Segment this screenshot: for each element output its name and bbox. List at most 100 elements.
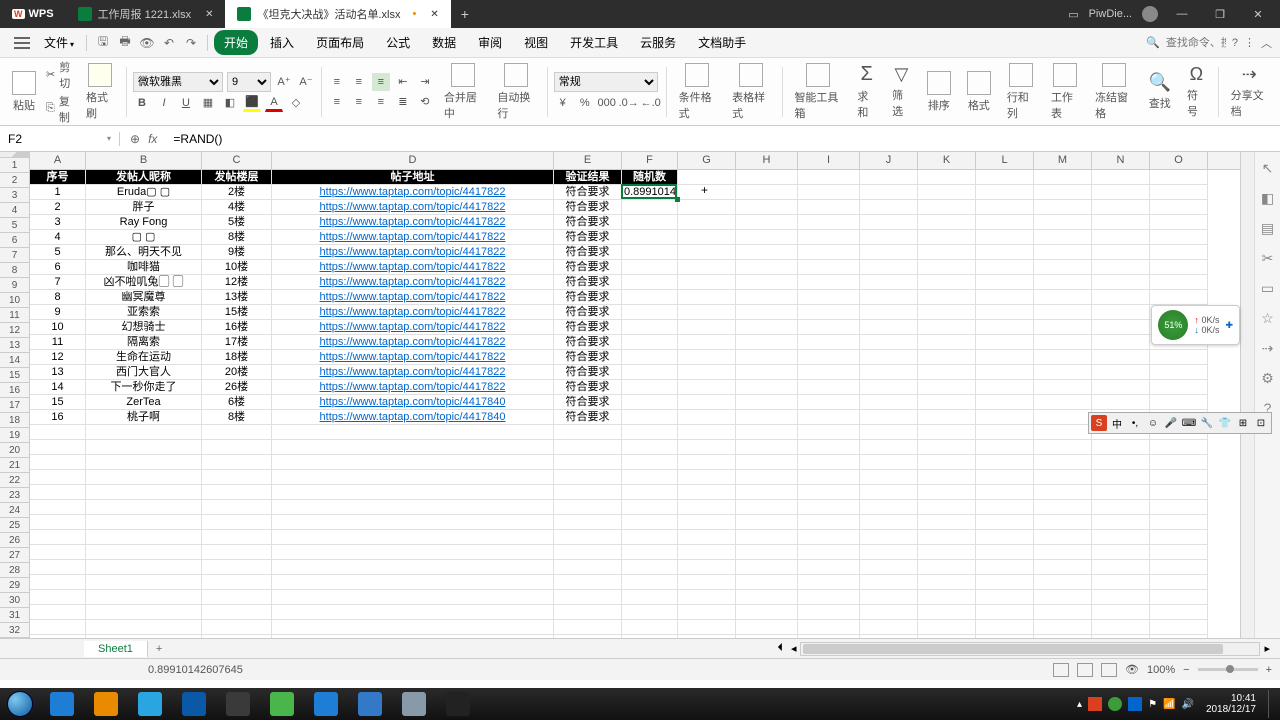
cell[interactable]: 1 bbox=[30, 185, 86, 200]
col-header-K[interactable]: K bbox=[918, 152, 976, 169]
cell[interactable] bbox=[860, 590, 918, 605]
cell[interactable] bbox=[30, 560, 86, 575]
cell[interactable] bbox=[622, 215, 678, 230]
redo-icon[interactable]: ↷ bbox=[181, 33, 201, 53]
cell[interactable] bbox=[918, 620, 976, 635]
cell[interactable] bbox=[272, 635, 554, 638]
cell[interactable] bbox=[1092, 230, 1150, 245]
cell[interactable] bbox=[1034, 260, 1092, 275]
cell[interactable] bbox=[622, 260, 678, 275]
ime-button-7[interactable]: 👕 bbox=[1217, 415, 1233, 431]
cell[interactable] bbox=[736, 605, 798, 620]
cell[interactable] bbox=[798, 260, 860, 275]
cell[interactable] bbox=[622, 485, 678, 500]
more-icon[interactable]: ⋮ bbox=[1244, 36, 1255, 49]
cell[interactable]: 10 bbox=[30, 320, 86, 335]
cell[interactable] bbox=[736, 425, 798, 440]
cell[interactable]: 那么、明天不见 bbox=[86, 245, 202, 260]
close-button[interactable]: ✕ bbox=[1244, 8, 1272, 21]
cell[interactable] bbox=[736, 410, 798, 425]
cell[interactable] bbox=[1150, 455, 1208, 470]
cell[interactable] bbox=[736, 635, 798, 638]
cell[interactable] bbox=[622, 365, 678, 380]
scroll-first-icon[interactable]: ⏴ bbox=[773, 642, 787, 655]
taskbar-app-9[interactable] bbox=[438, 690, 478, 718]
cell[interactable] bbox=[622, 620, 678, 635]
cell[interactable] bbox=[918, 365, 976, 380]
cell[interactable] bbox=[554, 635, 622, 638]
cell[interactable] bbox=[976, 305, 1034, 320]
cell[interactable] bbox=[272, 590, 554, 605]
row-header-18[interactable]: 18 bbox=[0, 413, 29, 428]
cell[interactable] bbox=[554, 425, 622, 440]
cell[interactable]: https://www.taptap.com/topic/4417822 bbox=[272, 275, 554, 290]
cell[interactable] bbox=[678, 290, 736, 305]
cell[interactable] bbox=[622, 230, 678, 245]
align-left-icon[interactable]: ≡ bbox=[328, 93, 346, 111]
cell[interactable] bbox=[736, 485, 798, 500]
cell[interactable] bbox=[798, 170, 860, 185]
cell[interactable] bbox=[678, 410, 736, 425]
cell[interactable]: 13楼 bbox=[202, 290, 272, 305]
cell[interactable] bbox=[86, 500, 202, 515]
cell[interactable] bbox=[1150, 395, 1208, 410]
indent-increase-icon[interactable]: ⇥ bbox=[416, 73, 434, 91]
cell[interactable] bbox=[736, 200, 798, 215]
cell[interactable] bbox=[976, 290, 1034, 305]
symbol-button[interactable]: Ω符号 bbox=[1181, 62, 1212, 121]
merge-button[interactable]: 合并居中 bbox=[438, 61, 488, 123]
cell[interactable] bbox=[202, 575, 272, 590]
cell[interactable] bbox=[860, 530, 918, 545]
cell[interactable] bbox=[622, 530, 678, 545]
cell[interactable] bbox=[678, 485, 736, 500]
table-style-button[interactable]: 表格样式 bbox=[726, 61, 776, 123]
font-color-icon[interactable]: A bbox=[265, 94, 283, 112]
cell[interactable] bbox=[860, 605, 918, 620]
cell[interactable] bbox=[1150, 200, 1208, 215]
cell[interactable] bbox=[976, 365, 1034, 380]
cell[interactable] bbox=[1092, 575, 1150, 590]
cell[interactable]: 胖子 bbox=[86, 200, 202, 215]
cell[interactable] bbox=[272, 560, 554, 575]
cell[interactable] bbox=[860, 335, 918, 350]
cell[interactable] bbox=[860, 575, 918, 590]
cell[interactable]: ▢ ▢ bbox=[86, 230, 202, 245]
cell[interactable] bbox=[30, 620, 86, 635]
cell[interactable] bbox=[798, 470, 860, 485]
cell[interactable] bbox=[202, 590, 272, 605]
cell[interactable] bbox=[976, 200, 1034, 215]
cell[interactable] bbox=[860, 485, 918, 500]
align-bottom-icon[interactable]: ≡ bbox=[372, 73, 390, 91]
cell[interactable] bbox=[1150, 275, 1208, 290]
tray-cloud-icon[interactable] bbox=[1128, 697, 1142, 711]
cell[interactable] bbox=[678, 425, 736, 440]
cell[interactable] bbox=[1034, 440, 1092, 455]
cell[interactable] bbox=[30, 500, 86, 515]
smart-toolbox-button[interactable]: 智能工具箱 bbox=[788, 61, 847, 123]
cell[interactable]: 26楼 bbox=[202, 380, 272, 395]
cell[interactable] bbox=[918, 245, 976, 260]
cell[interactable] bbox=[860, 470, 918, 485]
cell[interactable]: 符合要求 bbox=[554, 260, 622, 275]
cell[interactable] bbox=[86, 590, 202, 605]
cell[interactable] bbox=[272, 515, 554, 530]
cell[interactable]: https://www.taptap.com/topic/4417822 bbox=[272, 380, 554, 395]
cell[interactable] bbox=[622, 515, 678, 530]
bold-icon[interactable]: B bbox=[133, 94, 151, 112]
add-sheet-button[interactable]: + bbox=[148, 643, 170, 655]
fx-icon[interactable]: fx bbox=[148, 132, 157, 146]
start-button[interactable] bbox=[0, 688, 40, 720]
cell[interactable] bbox=[272, 545, 554, 560]
row-header-21[interactable]: 21 bbox=[0, 458, 29, 473]
cell[interactable]: 8楼 bbox=[202, 230, 272, 245]
tray-app-icon[interactable] bbox=[1088, 697, 1102, 711]
cell[interactable] bbox=[272, 530, 554, 545]
row-header-13[interactable]: 13 bbox=[0, 338, 29, 353]
cell[interactable]: 6楼 bbox=[202, 395, 272, 410]
avatar[interactable] bbox=[1142, 6, 1158, 22]
find-button[interactable]: 🔍查找 bbox=[1143, 70, 1177, 113]
cell[interactable] bbox=[860, 230, 918, 245]
cell[interactable] bbox=[798, 530, 860, 545]
cell[interactable] bbox=[1092, 620, 1150, 635]
sort-button[interactable]: 排序 bbox=[921, 69, 957, 115]
